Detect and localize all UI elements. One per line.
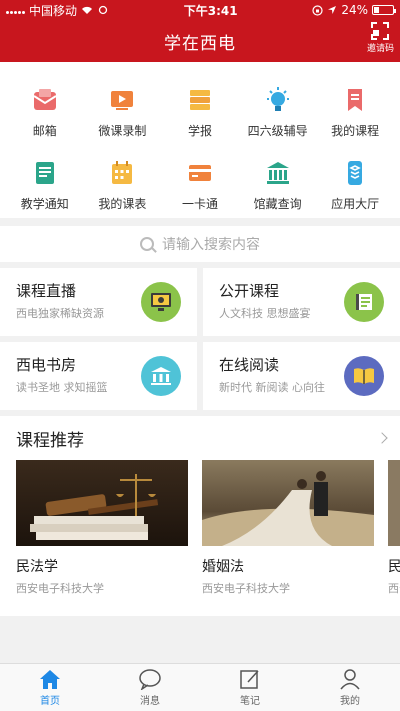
tab-notes[interactable]: 笔记 bbox=[200, 664, 300, 711]
tab-label: 消息 bbox=[140, 696, 160, 707]
reading-icon bbox=[344, 356, 384, 396]
status-time: 下午3:41 bbox=[183, 3, 238, 18]
grid-item-label: 一卡通 bbox=[181, 197, 218, 211]
card-icon bbox=[188, 165, 211, 181]
grid-item-label: 学报 bbox=[187, 124, 212, 138]
grid-item-mail[interactable]: 邮箱 bbox=[6, 86, 84, 139]
grid-item-label: 应用大厅 bbox=[331, 197, 380, 211]
grid-item-campus-card[interactable]: 一卡通 bbox=[161, 159, 239, 212]
course-card[interactable]: 民 西安 bbox=[388, 460, 400, 596]
page-title: 学在西电 bbox=[164, 33, 236, 54]
journal-icon bbox=[189, 90, 210, 110]
building-icon bbox=[141, 356, 181, 396]
grid-item-my-courses[interactable]: 我的课程 bbox=[316, 86, 394, 139]
user-icon bbox=[340, 669, 360, 690]
tab-messages[interactable]: 消息 bbox=[100, 664, 200, 711]
location-icon bbox=[328, 6, 337, 14]
grid-item-journal[interactable]: 学报 bbox=[161, 86, 239, 139]
course-school: 西安电子科技大学 bbox=[16, 582, 104, 595]
bottom-tab-bar: 首页 消息 笔记 我的 bbox=[0, 663, 400, 711]
course-card[interactable]: 民法学 西安电子科技大学 bbox=[16, 460, 188, 596]
feature-grid: 邮箱 微课录制 学报 四六级辅导 我的课程 教学通知 我的课表 一卡通 馆藏查询… bbox=[0, 62, 400, 218]
course-thumbnail bbox=[388, 460, 400, 546]
battery-percent: 24% bbox=[341, 3, 368, 17]
notice-icon bbox=[35, 162, 54, 184]
card-online-reading[interactable]: 在线阅读 新时代 新阅读 心向往 bbox=[203, 342, 400, 410]
card-open-course[interactable]: 公开课程 人文科技 思想盛宴 bbox=[203, 268, 400, 336]
tab-label: 笔记 bbox=[240, 696, 260, 707]
library-icon bbox=[266, 162, 289, 184]
carrier-label: 中国移动 bbox=[29, 3, 78, 18]
sync-icon bbox=[98, 5, 108, 15]
grid-item-micro-lecture[interactable]: 微课录制 bbox=[84, 86, 162, 139]
battery-icon bbox=[371, 5, 396, 15]
video-icon bbox=[111, 91, 134, 110]
invite-code-label: 邀请码 bbox=[366, 44, 394, 54]
grid-item-my-timetable[interactable]: 我的课表 bbox=[84, 159, 162, 212]
grid-item-cet-tutoring[interactable]: 四六级辅导 bbox=[239, 86, 317, 139]
grid-item-label: 四六级辅导 bbox=[247, 124, 308, 138]
course-thumbnail bbox=[202, 460, 374, 546]
status-bar: 中国移动 下午3:41 24% bbox=[0, 0, 400, 20]
grid-item-label: 我的课程 bbox=[331, 124, 380, 138]
grid-item-teaching-notice[interactable]: 教学通知 bbox=[6, 159, 84, 212]
search-bar[interactable]: 请输入搜索内容 bbox=[0, 226, 400, 262]
tab-home[interactable]: 首页 bbox=[0, 664, 100, 711]
course-school: 西安电子科技大学 bbox=[202, 582, 290, 595]
grid-item-app-hall[interactable]: 应用大厅 bbox=[316, 159, 394, 212]
lightbulb-icon bbox=[266, 87, 289, 111]
course-name: 民 bbox=[388, 559, 400, 575]
grid-item-label: 馆藏查询 bbox=[253, 197, 302, 211]
chevron-right-icon[interactable] bbox=[376, 432, 388, 444]
card-xidian-study[interactable]: 西电书房 读书圣地 求知摇篮 bbox=[0, 342, 197, 410]
search-input[interactable]: 请输入搜索内容 bbox=[162, 234, 260, 254]
calendar-icon bbox=[112, 161, 133, 184]
book-open-icon bbox=[344, 282, 384, 322]
header-bar: 中国移动 下午3:41 24% 学在西电 邀请码 bbox=[0, 0, 400, 62]
course-recommend-section: 课程推荐 民法学 西安电子科技大学 婚姻法 西安电子科技大学 民 西 bbox=[0, 416, 400, 616]
course-recommend-list: 民法学 西安电子科技大学 婚姻法 西安电子科技大学 民 西 bbox=[0, 460, 400, 596]
invite-code-button[interactable]: 邀请码 bbox=[367, 22, 394, 54]
course-card[interactable]: 婚姻法 西安电子科技大学 bbox=[202, 460, 374, 596]
app-root: 中国移动 下午3:41 24% 学在西电 邀请码 邮箱 微课录制 学报 四六级辅… bbox=[0, 0, 400, 711]
grid-item-label: 教学通知 bbox=[20, 197, 69, 211]
note-icon bbox=[240, 670, 259, 689]
rotation-lock-icon bbox=[312, 4, 323, 16]
course-thumbnail bbox=[16, 460, 188, 546]
tab-label: 首页 bbox=[40, 696, 60, 707]
mail-icon bbox=[33, 89, 57, 110]
scan-icon bbox=[371, 22, 390, 40]
search-icon bbox=[140, 237, 154, 251]
home-icon bbox=[40, 670, 60, 689]
grid-item-label: 邮箱 bbox=[32, 124, 57, 138]
section-title: 课程推荐 bbox=[16, 430, 84, 451]
card-course-live[interactable]: 课程直播 西电独家稀缺资源 bbox=[0, 268, 197, 336]
grid-item-library-search[interactable]: 馆藏查询 bbox=[239, 159, 317, 212]
grid-item-label: 微课录制 bbox=[98, 124, 147, 138]
signal-icon bbox=[6, 6, 25, 14]
course-name: 婚姻法 bbox=[202, 559, 244, 575]
tab-label: 我的 bbox=[340, 696, 360, 707]
course-school: 西安 bbox=[388, 582, 400, 595]
bookmark-icon bbox=[348, 89, 363, 111]
course-name: 民法学 bbox=[16, 559, 58, 575]
grid-item-label: 我的课表 bbox=[98, 197, 147, 211]
message-icon bbox=[139, 669, 161, 690]
wifi-icon bbox=[82, 6, 93, 14]
live-icon bbox=[141, 282, 181, 322]
tab-profile[interactable]: 我的 bbox=[300, 664, 400, 711]
feature-cards: 课程直播 西电独家稀缺资源 公开课程 人文科技 思想盛宴 西电书房 读书圣地 求… bbox=[0, 268, 400, 410]
apps-icon bbox=[348, 161, 363, 185]
